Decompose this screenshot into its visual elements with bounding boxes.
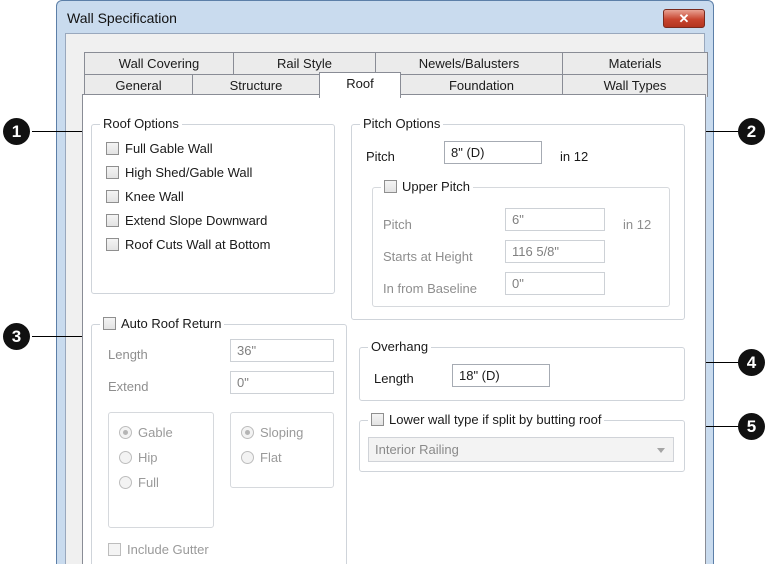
starts-at-height-input[interactable]: 116 5/8" bbox=[505, 240, 605, 263]
auto-roof-return-legend[interactable]: Auto Roof Return bbox=[100, 316, 225, 331]
checkbox-label: High Shed/Gable Wall bbox=[125, 165, 253, 180]
high-shed-gable-wall-checkbox[interactable]: High Shed/Gable Wall bbox=[106, 165, 252, 180]
radio-label: Hip bbox=[138, 450, 158, 465]
callout-4: 4 bbox=[738, 349, 765, 376]
lower-wall-type-checkbox[interactable] bbox=[371, 413, 384, 426]
roof-options-group: Roof Options Full Gable Wall High Shed/G… bbox=[91, 116, 335, 294]
dialog-title: Wall Specification bbox=[67, 10, 177, 26]
radio-label: Gable bbox=[138, 425, 173, 440]
roof-options-legend: Roof Options bbox=[100, 116, 182, 131]
knee-wall-checkbox[interactable]: Knee Wall bbox=[106, 189, 184, 204]
starts-at-height-label: Starts at Height bbox=[383, 249, 473, 264]
sloping-radio[interactable]: Sloping bbox=[241, 425, 303, 440]
radio-label: Flat bbox=[260, 450, 282, 465]
radio-label: Sloping bbox=[260, 425, 304, 440]
return-length-input[interactable]: 36" bbox=[230, 339, 334, 362]
roof-tab-panel: Roof Options Full Gable Wall High Shed/G… bbox=[82, 94, 706, 564]
chevron-down-icon bbox=[657, 448, 665, 453]
return-length-label: Length bbox=[108, 347, 148, 362]
overhang-length-input[interactable]: 18" (D) bbox=[452, 364, 550, 387]
radio-button[interactable] bbox=[119, 476, 132, 489]
checkbox-box[interactable] bbox=[106, 238, 119, 251]
callout-1: 1 bbox=[3, 118, 30, 145]
lower-wall-type-label: Lower wall type if split by butting roof bbox=[389, 412, 602, 427]
in-from-baseline-input[interactable]: 0" bbox=[505, 272, 605, 295]
upper-pitch-label: Pitch bbox=[383, 217, 412, 232]
include-gutter-checkbox[interactable]: Include Gutter bbox=[108, 542, 209, 557]
flat-radio[interactable]: Flat bbox=[241, 450, 282, 465]
tab-wall-covering[interactable]: Wall Covering bbox=[84, 52, 234, 75]
callout-3: 3 bbox=[3, 323, 30, 350]
roof-cuts-wall-checkbox[interactable]: Roof Cuts Wall at Bottom bbox=[106, 237, 270, 252]
checkbox-box[interactable] bbox=[106, 142, 119, 155]
radio-button[interactable] bbox=[241, 451, 254, 464]
checkbox-label: Knee Wall bbox=[125, 189, 184, 204]
checkbox-box[interactable] bbox=[106, 190, 119, 203]
overhang-length-label: Length bbox=[374, 371, 414, 386]
pitch-options-legend: Pitch Options bbox=[360, 116, 444, 131]
full-radio[interactable]: Full bbox=[119, 475, 159, 490]
checkbox-box[interactable] bbox=[106, 214, 119, 227]
title-bar: Wall Specification ✕ bbox=[57, 1, 713, 33]
overhang-group: Overhang Length 18" (D) bbox=[359, 339, 685, 401]
return-slope-box: Sloping Flat bbox=[230, 412, 334, 488]
lower-wall-type-group: Lower wall type if split by butting roof… bbox=[359, 412, 685, 472]
radio-button[interactable] bbox=[119, 451, 132, 464]
checkbox-label: Extend Slope Downward bbox=[125, 213, 268, 228]
tab-roof[interactable]: Roof bbox=[319, 72, 401, 98]
auto-roof-return-checkbox[interactable] bbox=[103, 317, 116, 330]
overhang-legend: Overhang bbox=[368, 339, 432, 354]
pitch-unit: in 12 bbox=[560, 149, 589, 164]
radio-label: Full bbox=[138, 475, 159, 490]
pitch-input[interactable]: 8" (D) bbox=[444, 141, 542, 164]
full-gable-wall-checkbox[interactable]: Full Gable Wall bbox=[106, 141, 213, 156]
gable-radio[interactable]: Gable bbox=[119, 425, 173, 440]
return-extend-input[interactable]: 0" bbox=[230, 371, 334, 394]
upper-pitch-checkbox[interactable] bbox=[384, 180, 397, 193]
radio-button[interactable] bbox=[241, 426, 254, 439]
checkbox-label: Include Gutter bbox=[127, 542, 209, 557]
tab-newels-balusters[interactable]: Newels/Balusters bbox=[375, 52, 563, 75]
callout-5: 5 bbox=[738, 413, 765, 440]
auto-roof-return-group: Auto Roof Return Length 36" Extend 0" Ga… bbox=[91, 316, 347, 564]
extend-slope-downward-checkbox[interactable]: Extend Slope Downward bbox=[106, 213, 267, 228]
return-extend-label: Extend bbox=[108, 379, 149, 394]
upper-pitch-label: Upper Pitch bbox=[402, 179, 470, 194]
hip-radio[interactable]: Hip bbox=[119, 450, 158, 465]
callout-2: 2 bbox=[738, 118, 765, 145]
lower-wall-type-select[interactable]: Interior Railing bbox=[368, 437, 674, 462]
checkbox-box[interactable] bbox=[106, 166, 119, 179]
in-from-baseline-label: In from Baseline bbox=[383, 281, 477, 296]
checkbox-label: Full Gable Wall bbox=[125, 141, 213, 156]
lower-wall-type-value: Interior Railing bbox=[375, 442, 459, 457]
upper-pitch-unit: in 12 bbox=[623, 217, 652, 232]
upper-pitch-group: Upper Pitch Pitch 6" in 12 Starts at Hei… bbox=[372, 179, 670, 307]
tab-materials[interactable]: Materials bbox=[562, 52, 708, 75]
close-button[interactable]: ✕ bbox=[663, 9, 705, 28]
pitch-label: Pitch bbox=[366, 149, 395, 164]
radio-button[interactable] bbox=[119, 426, 132, 439]
return-type-box: Gable Hip Full bbox=[108, 412, 214, 528]
upper-pitch-input[interactable]: 6" bbox=[505, 208, 605, 231]
auto-roof-return-label: Auto Roof Return bbox=[121, 316, 222, 331]
checkbox-label: Roof Cuts Wall at Bottom bbox=[125, 237, 271, 252]
checkbox-box[interactable] bbox=[108, 543, 121, 556]
upper-pitch-legend[interactable]: Upper Pitch bbox=[381, 179, 473, 194]
pitch-options-group: Pitch Options Pitch 8" (D) in 12 Upper P… bbox=[351, 116, 685, 320]
lower-wall-type-legend[interactable]: Lower wall type if split by butting roof bbox=[368, 412, 605, 427]
